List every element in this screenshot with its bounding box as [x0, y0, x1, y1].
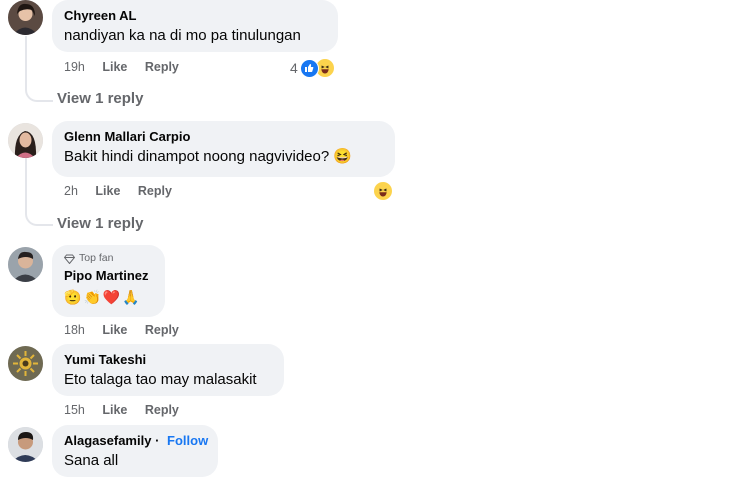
separator-dot: · — [155, 433, 160, 448]
comment-actions: 2h Like Reply — [64, 184, 172, 198]
comment-timestamp[interactable]: 19h — [64, 60, 85, 74]
avatar[interactable] — [8, 346, 43, 381]
like-button[interactable]: Like — [102, 403, 127, 417]
diamond-icon — [64, 254, 75, 264]
avatar[interactable] — [8, 247, 43, 282]
comment-bubble: Chyreen AL nandiyan ka na di mo pa tinul… — [52, 0, 338, 52]
comment-author[interactable]: Yumi Takeshi — [64, 351, 272, 368]
top-fan-label: Top fan — [79, 252, 114, 264]
avatar[interactable] — [8, 0, 43, 35]
thread-connector — [25, 86, 53, 102]
reaction-summary[interactable]: 4 — [290, 58, 335, 78]
comment-timestamp[interactable]: 18h — [64, 323, 85, 337]
comment-bubble: Yumi Takeshi Eto talaga tao may malasaki… — [52, 344, 284, 396]
comment-actions: 15h Like Reply — [64, 403, 179, 417]
comment-text: Eto talaga tao may malasakit — [64, 371, 257, 388]
thread-connector — [25, 210, 53, 226]
comment-author[interactable]: Chyreen AL — [64, 7, 326, 24]
reply-button[interactable]: Reply — [145, 403, 179, 417]
reply-button[interactable]: Reply — [145, 60, 179, 74]
thread-line — [25, 36, 27, 86]
comment-text: Bakit hindi dinampot noong nagvivideo? 😆 — [64, 148, 353, 165]
comment-author-row: Alagasefamily · Follow — [64, 432, 208, 449]
comment-text: nandiyan ka na di mo pa tinulungan — [64, 27, 301, 44]
like-button[interactable]: Like — [102, 323, 127, 337]
thread-line — [25, 158, 27, 210]
comment-text: Sana all — [64, 452, 119, 469]
like-icon — [299, 58, 319, 78]
comment-timestamp[interactable]: 2h — [64, 184, 78, 198]
view-replies-link[interactable]: View 1 reply — [57, 215, 143, 232]
avatar[interactable] — [8, 123, 43, 158]
emoji: 🫡 — [64, 289, 82, 305]
comment-timestamp[interactable]: 15h — [64, 403, 85, 417]
comment-bubble: Top fan Pipo Martinez 🫡 👏 ❤️ 🙏 — [52, 245, 165, 317]
emoji: ❤️ — [102, 289, 121, 305]
comment-emojis: 🫡 👏 ❤️ 🙏 — [64, 288, 153, 306]
avatar[interactable] — [8, 427, 43, 462]
view-replies-link[interactable]: View 1 reply — [57, 90, 143, 107]
comment-bubble: Alagasefamily · Follow Sana all — [52, 425, 218, 477]
like-button[interactable]: Like — [102, 60, 127, 74]
comment-bubble: Glenn Mallari Carpio Bakit hindi dinampo… — [52, 121, 395, 177]
comment-author[interactable]: Alagasefamily — [64, 433, 151, 448]
reply-button[interactable]: Reply — [145, 323, 179, 337]
top-fan-badge: Top fan — [64, 252, 153, 265]
reply-button[interactable]: Reply — [138, 184, 172, 198]
comment-author[interactable]: Glenn Mallari Carpio — [64, 128, 383, 145]
emoji: 🙏 — [122, 289, 140, 305]
comment-actions: 19h Like Reply — [64, 60, 179, 74]
comment-author[interactable]: Pipo Martinez — [64, 267, 153, 284]
reaction-count: 4 — [290, 60, 298, 76]
emoji: 👏 — [83, 289, 101, 305]
follow-button[interactable]: Follow — [167, 433, 208, 448]
like-button[interactable]: Like — [95, 184, 120, 198]
haha-icon[interactable] — [374, 182, 392, 200]
comment-actions: 18h Like Reply — [64, 323, 179, 337]
